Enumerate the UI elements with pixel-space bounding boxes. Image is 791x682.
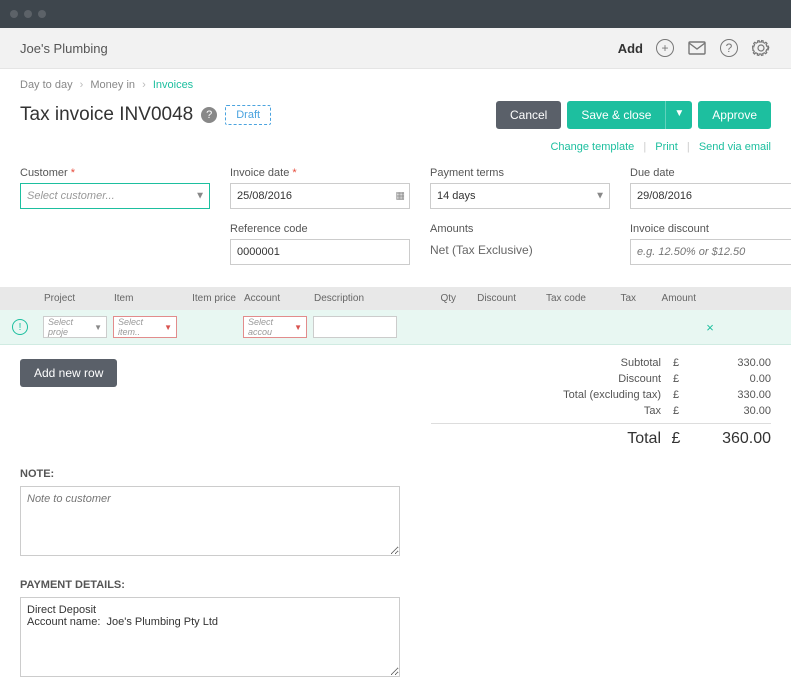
subtotal-label: Subtotal <box>431 357 661 369</box>
tax-value: 30.00 <box>691 405 771 417</box>
discount-label: Invoice discount <box>630 223 791 235</box>
ref-input[interactable] <box>230 239 410 265</box>
crumb-money[interactable]: Money in <box>90 79 135 91</box>
tax-label: Tax <box>431 405 661 417</box>
change-template-link[interactable]: Change template <box>550 141 634 153</box>
customer-label: Customer * <box>20 167 210 179</box>
crumb-invoices[interactable]: Invoices <box>153 79 193 91</box>
gear-icon[interactable] <box>751 38 771 58</box>
line-items-header: Project Item Item price Account Descript… <box>0 287 791 310</box>
account-select[interactable]: Select accou▼ <box>243 316 307 338</box>
breadcrumb: Day to day › Money in › Invoices <box>0 69 791 95</box>
due-date-input[interactable] <box>630 183 791 209</box>
discount-total-value: 0.00 <box>691 373 771 385</box>
send-email-link[interactable]: Send via email <box>699 141 771 153</box>
save-dropdown[interactable]: ▼ <box>665 101 692 129</box>
note-textarea[interactable] <box>20 486 400 556</box>
print-link[interactable]: Print <box>655 141 678 153</box>
payment-details-textarea[interactable] <box>20 597 400 677</box>
help-icon[interactable]: ? <box>719 38 739 58</box>
window-chrome <box>0 0 791 28</box>
topbar: Joe's Plumbing Add + ? <box>0 28 791 69</box>
project-select[interactable]: Select proje▼ <box>43 316 107 338</box>
amounts-label: Amounts <box>430 223 610 235</box>
crumb-day[interactable]: Day to day <box>20 79 73 91</box>
subtotal-value: 330.00 <box>691 357 771 369</box>
discount-input[interactable] <box>630 239 791 265</box>
add-icon[interactable]: + <box>655 38 675 58</box>
company-name: Joe's Plumbing <box>20 41 108 56</box>
traffic-dot <box>24 10 32 18</box>
page-title: Tax invoice INV0048 ? Draft <box>20 104 271 126</box>
traffic-dot <box>10 10 18 18</box>
mail-icon[interactable] <box>687 38 707 58</box>
title-help-icon[interactable]: ? <box>201 107 217 123</box>
remove-row-icon[interactable]: × <box>700 320 720 335</box>
total-label: Total <box>431 430 661 448</box>
cancel-button[interactable]: Cancel <box>496 101 561 129</box>
amounts-value: Net (Tax Exclusive) <box>430 239 610 257</box>
due-date-label: Due date <box>630 167 791 179</box>
payment-terms-label: Payment terms <box>430 167 610 179</box>
line-item-row: ! Select proje▼ Select item..▼ Select ac… <box>0 310 791 345</box>
payment-details-label: PAYMENT DETAILS: <box>20 579 400 591</box>
description-input[interactable] <box>313 316 397 338</box>
row-alert-icon[interactable]: ! <box>12 319 28 335</box>
total-value: 360.00 <box>691 430 771 448</box>
payment-terms-select[interactable] <box>430 183 610 209</box>
excl-tax-value: 330.00 <box>691 389 771 401</box>
save-close-button[interactable]: Save & close <box>567 101 665 129</box>
invoice-date-label: Invoice date * <box>230 167 410 179</box>
add-label[interactable]: Add <box>618 41 643 56</box>
customer-select[interactable]: Select customer... <box>20 183 210 209</box>
item-select[interactable]: Select item..▼ <box>113 316 177 338</box>
status-badge: Draft <box>225 105 271 125</box>
approve-button[interactable]: Approve <box>698 101 771 129</box>
note-label: NOTE: <box>20 468 400 480</box>
excl-tax-label: Total (excluding tax) <box>431 389 661 401</box>
discount-total-label: Discount <box>431 373 661 385</box>
ref-label: Reference code <box>230 223 410 235</box>
traffic-dot <box>38 10 46 18</box>
add-row-button[interactable]: Add new row <box>20 359 117 387</box>
invoice-date-input[interactable] <box>230 183 410 209</box>
